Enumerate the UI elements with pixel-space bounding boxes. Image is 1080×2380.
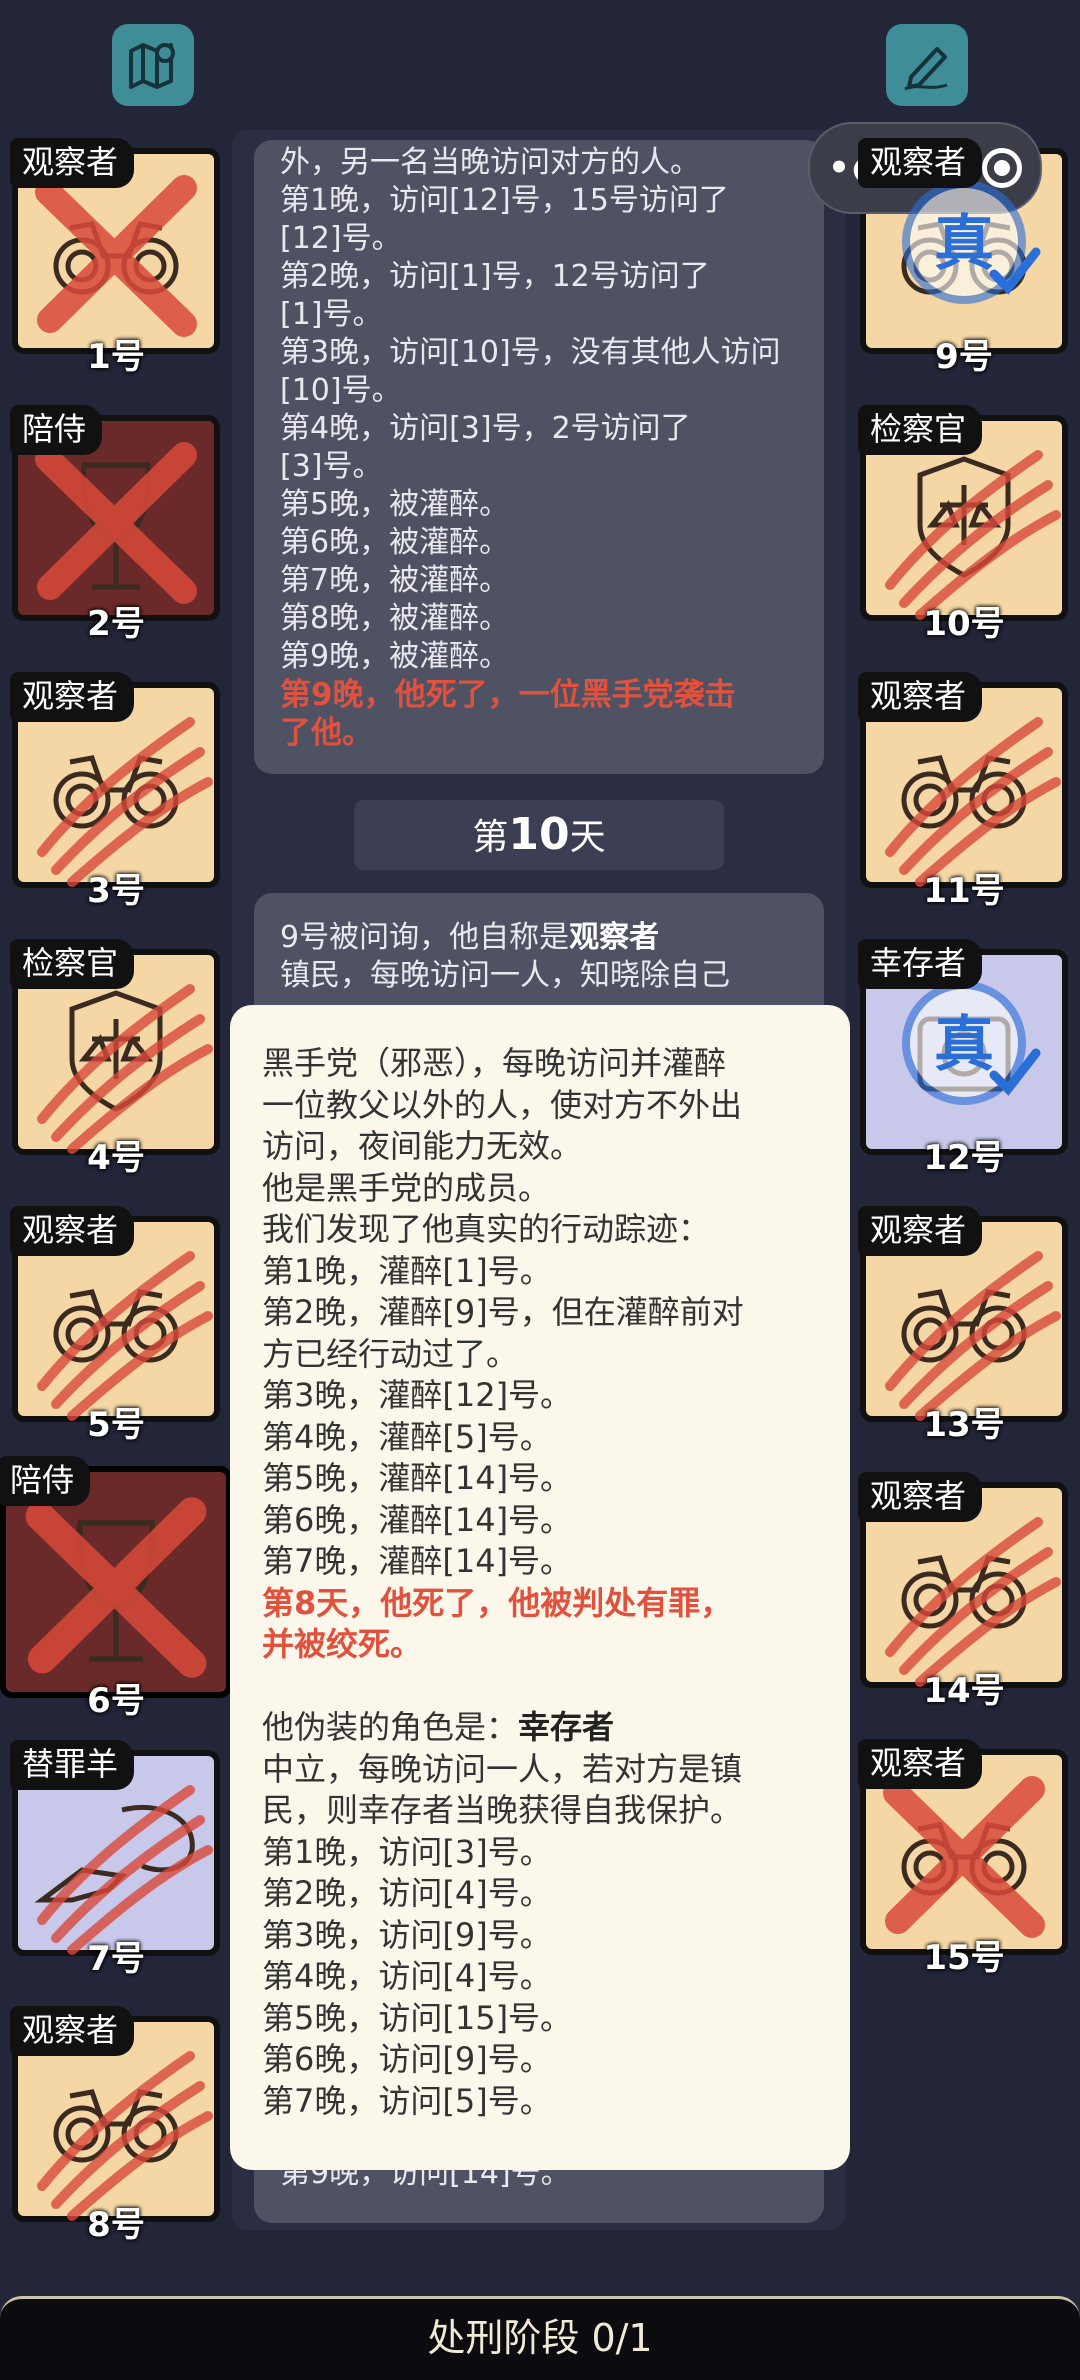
role-detail-popup[interactable]: 黑手党（邪恶），每晚访问并灌醉 一位教父以外的人，使对方不外出 访问，夜间能力无效。… [230,1005,850,2170]
player-card-13[interactable]: 观察者 13号 [858,1206,1068,1445]
log-line: [10]号。 [280,373,402,408]
player-number: 3号 [87,871,145,911]
log-line: 9号被问询，他自称是观察者 [280,920,660,955]
popup-line: 第2晚，访问[4]号。 [262,1874,552,1912]
player-number: 11号 [923,871,1005,911]
player-card-11[interactable]: 观察者 11号 [858,672,1068,911]
player-card-9[interactable]: 真 观察者 9号 [858,138,1068,377]
popup-line: 第6晚，访问[9]号。 [262,2040,552,2078]
player-card-1[interactable]: 观察者 1号 [10,138,220,377]
map-pin-icon-glyph [129,43,175,89]
svg-text:真: 真 [934,1010,994,1080]
log-line: 第3晚，访问[10]号，没有其他人访问 [280,335,781,370]
popup-line: 第5晚，访问[15]号。 [262,1998,573,2037]
popup-line: 一位教父以外的人，使对方不外出 [262,1085,743,1124]
log-line: 第6晚，被灌醉。 [280,525,510,560]
player-number: 7号 [87,1939,145,1979]
popup-line: 第2晚，灌醉[9]号，但在灌醉前对 [262,1293,744,1331]
role-badge: 观察者 [858,1472,983,1522]
log-line: 镇民，每晚访问一人，知晓除自己 [280,958,730,993]
player-number: 14号 [923,1671,1005,1711]
role-badge: 观察者 [10,1206,135,1256]
player-number: 1号 [87,337,145,377]
pen-edit-icon-glyph [904,47,948,91]
player-card-7[interactable]: 替罪羊 7号 [10,1740,220,1979]
player-card-3[interactable]: 观察者 3号 [10,672,220,911]
player-card-12[interactable]: 真 幸存者 12号 [858,939,1068,1178]
popup-line: 第6晚，灌醉[14]号。 [262,1500,573,1539]
popup-line: 访问，夜间能力无效。 [262,1127,583,1165]
role-badge: 观察者 [858,1739,983,1789]
player-number: 8号 [87,2205,145,2245]
disguise-line: 他伪装的角色是：幸存者 [262,1708,615,1746]
player-number: 2号 [87,604,145,644]
popup-line: 第5晚，灌醉[14]号。 [262,1459,573,1497]
popup-line: 中立，每晚访问一人，若对方是镇 [262,1749,743,1788]
role-badge: 观察者 [858,138,983,188]
player-number: 13号 [923,1405,1005,1445]
role-badge: 观察者 [10,672,135,722]
death-line: 并被绞死。 [262,1625,423,1663]
player-number: 12号 [923,1138,1005,1178]
popup-line: 第4晚，访问[4]号。 [262,1957,552,1995]
log-line: [1]号。 [280,297,383,332]
player-number: 5号 [87,1405,145,1445]
player-number: 9号 [935,337,993,377]
player-number: 10号 [923,604,1005,644]
log-line: 第2晚，访问[1]号，12号访问了 [280,259,710,294]
popup-line: 方已经行动过了。 [262,1334,519,1373]
popup-line: 第1晚，灌醉[1]号。 [262,1251,552,1290]
player-card-8[interactable]: 观察者 8号 [10,2006,220,2245]
player-card-5[interactable]: 观察者 5号 [10,1206,220,1445]
popup-line: 黑手党（邪恶），每晚访问并灌醉 [262,1044,727,1082]
role-badge: 检察官 [10,939,135,989]
map-pin-icon[interactable] [112,24,194,106]
popup-line: 第1晚，访问[3]号。 [262,1832,552,1871]
day-divider: 第10天 [354,800,724,870]
player-card-2[interactable]: 陪侍 2号 [10,405,220,644]
role-badge: 幸存者 [858,939,983,989]
log-line: [3]号。 [280,449,383,484]
role-badge: 替罪羊 [10,1740,135,1790]
popup-line: 第3晚，灌醉[12]号。 [262,1376,573,1414]
role-badge: 观察者 [10,138,135,188]
log-line: 第8晚，被灌醉。 [280,601,510,636]
pen-edit-icon[interactable] [886,24,968,106]
log-line: 第9晚，被灌醉。 [280,639,510,674]
death-line: 第8天，他死了，他被判处有罪， [262,1583,733,1622]
player-card-10[interactable]: 检察官 10号 [858,405,1068,644]
svg-text:真: 真 [934,209,994,279]
popup-line: 第7晚，灌醉[14]号。 [262,1542,573,1580]
death-line: 第9晚，他死了，一位黑手党袭击 [280,677,736,713]
death-line: 了他。 [280,715,373,751]
player-number: 4号 [87,1138,145,1178]
popup-line: 第7晚，访问[5]号。 [262,2081,552,2120]
log-line: 第7晚，被灌醉。 [280,563,510,598]
popup-line: 他是黑手党的成员。 [262,1168,551,1207]
role-badge: 观察者 [10,2006,135,2056]
player-card-6[interactable]: 陪侍 6号 [0,1456,232,1721]
role-badge: 检察官 [858,405,983,455]
player-card-4[interactable]: 检察官 4号 [10,939,220,1178]
popup-line: 第3晚，访问[9]号。 [262,1915,552,1954]
popup-line: 第4晚，灌醉[5]号。 [262,1417,552,1456]
log-line: 第1晚，访问[12]号，15号访问了 [280,183,729,218]
role-badge: 观察者 [858,1206,983,1256]
player-number: 6号 [87,1681,145,1721]
popup-line: 民，则幸存者当晚获得自我保护。 [262,1791,743,1829]
role-badge: 观察者 [858,672,983,722]
role-badge: 陪侍 [10,405,103,455]
log-line: 第5晚，被灌醉。 [280,487,510,522]
execution-phase-bar[interactable]: 处刑阶段 0/1 [0,2296,1080,2380]
log-line: [12]号。 [280,221,402,256]
player-card-15[interactable]: 观察者 15号 [858,1739,1068,1978]
popup-line: 我们发现了他真实的行动踪迹： [262,1210,711,1248]
log-line: 外，另一名当晚访问对方的人。 [280,145,700,180]
log-line: 第4晚，访问[3]号，2号访问了 [280,411,691,446]
player-number: 15号 [923,1938,1005,1978]
log-message-1: 外，另一名当晚访问对方的人。 第1晚，访问[12]号，15号访问了 [12]号。… [254,140,824,774]
player-card-14[interactable]: 观察者 14号 [858,1472,1068,1711]
role-badge: 陪侍 [0,1456,91,1506]
